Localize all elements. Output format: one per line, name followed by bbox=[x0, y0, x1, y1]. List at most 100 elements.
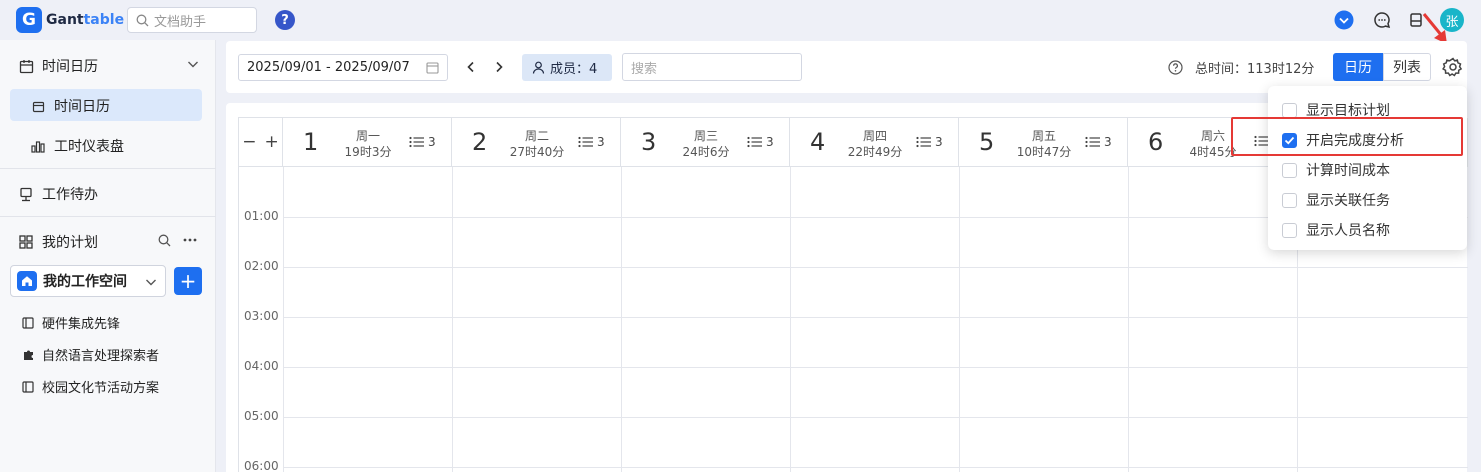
chevron-down-icon bbox=[188, 61, 198, 68]
checkbox[interactable] bbox=[1282, 222, 1297, 238]
day-total-hours: 24时6分 bbox=[682, 145, 730, 159]
zoom-in-button[interactable]: + bbox=[265, 132, 279, 152]
sidebar-item-label: 工作待办 bbox=[42, 187, 98, 203]
project-label: 校园文化节活动方案 bbox=[42, 381, 160, 396]
day-task-count[interactable]: 3 bbox=[409, 135, 436, 149]
settings-dropdown: 显示目标计划 开启完成度分析 计算时间成本 显示关联任务 显示人员名称 bbox=[1268, 86, 1467, 250]
day-column-line bbox=[959, 167, 960, 472]
day-task-count[interactable]: 3 bbox=[578, 135, 605, 149]
chat-icon[interactable] bbox=[1371, 9, 1393, 31]
day-task-count[interactable]: 3 bbox=[1085, 135, 1112, 149]
dropdown-badge-icon[interactable] bbox=[1333, 9, 1355, 31]
day-task-count-value: 3 bbox=[935, 135, 943, 149]
sidebar-group-time-calendar[interactable]: 时间日历 bbox=[0, 56, 216, 76]
hour-line bbox=[283, 267, 1468, 268]
day-number: 3 bbox=[641, 128, 657, 156]
checkbox[interactable] bbox=[1282, 192, 1297, 208]
day-number: 6 bbox=[1148, 128, 1164, 156]
day-header[interactable]: 4 周四 22时49分 3 bbox=[790, 118, 959, 167]
doc-assistant-search[interactable]: 文档助手 bbox=[127, 7, 257, 33]
day-task-count-value: 3 bbox=[597, 135, 605, 149]
day-header[interactable]: 2 周二 27时40分 3 bbox=[452, 118, 621, 167]
zoom-out-button[interactable]: − bbox=[242, 132, 256, 152]
annotation-highlight-box bbox=[1231, 117, 1463, 156]
day-number: 4 bbox=[810, 128, 826, 156]
sidebar-item-todo[interactable]: 工作待办 bbox=[0, 184, 216, 204]
day-column-line bbox=[790, 167, 791, 472]
project-item[interactable]: 自然语言处理探索者 bbox=[0, 345, 216, 364]
help-icon[interactable]: ? bbox=[275, 10, 295, 30]
app-logo[interactable]: G Ganttable bbox=[16, 7, 124, 33]
date-range-picker[interactable]: 2025/09/01 - 2025/09/07 bbox=[238, 54, 448, 81]
hour-label: 06:00 bbox=[244, 459, 279, 472]
day-task-count-value: 3 bbox=[1104, 135, 1112, 149]
day-number: 1 bbox=[303, 128, 319, 156]
list-icon bbox=[578, 136, 593, 148]
settings-gear-icon[interactable] bbox=[1442, 56, 1464, 78]
sidebar-section-my-plans[interactable]: 我的计划 bbox=[0, 232, 216, 252]
panel-icon bbox=[20, 315, 36, 331]
user-icon bbox=[532, 61, 545, 74]
hour-label: 05:00 bbox=[244, 409, 279, 423]
hour-label: 04:00 bbox=[244, 359, 279, 373]
day-weekday: 周五 bbox=[1031, 129, 1056, 143]
settings-option[interactable]: 计算时间成本 bbox=[1282, 160, 1390, 180]
bar-chart-icon bbox=[30, 138, 46, 154]
day-weekday: 周三 bbox=[693, 129, 718, 143]
puzzle-icon bbox=[20, 347, 36, 363]
day-task-count-value: 3 bbox=[428, 135, 436, 149]
settings-option-label: 计算时间成本 bbox=[1306, 163, 1390, 179]
project-label: 硬件集成先锋 bbox=[42, 317, 121, 332]
search-icon[interactable] bbox=[158, 234, 171, 247]
total-time: 总时间：113时12分 bbox=[1168, 58, 1314, 77]
app-name: Ganttable bbox=[46, 12, 124, 28]
sidebar-item-dashboard[interactable]: 工时仪表盘 bbox=[0, 136, 216, 156]
view-calendar-button[interactable]: 日历 bbox=[1333, 53, 1383, 81]
settings-option-label: 显示人员名称 bbox=[1306, 223, 1390, 239]
workspace-select[interactable]: 我的工作空间 bbox=[10, 265, 166, 297]
settings-option[interactable]: 显示关联任务 bbox=[1282, 190, 1390, 210]
doc-search-placeholder: 文档助手 bbox=[154, 14, 207, 30]
hour-label: 02:00 bbox=[244, 259, 279, 273]
day-weekday: 周二 bbox=[524, 129, 549, 143]
day-column-line bbox=[621, 167, 622, 472]
workspace-name: 我的工作空间 bbox=[43, 274, 127, 290]
sidebar-item-label: 工时仪表盘 bbox=[54, 139, 124, 155]
calendar-small-icon bbox=[30, 98, 46, 114]
chevron-down-icon bbox=[146, 279, 156, 286]
sidebar: 时间日历 时间日历 工时仪表盘 工作待办 我的计划 我的工作空间 + 硬件集成先… bbox=[0, 40, 216, 472]
settings-option[interactable]: 显示人员名称 bbox=[1282, 220, 1390, 240]
sidebar-item-time-calendar[interactable]: 时间日历 bbox=[0, 96, 216, 116]
list-icon bbox=[409, 136, 424, 148]
search-input[interactable]: 搜索 bbox=[622, 53, 802, 81]
sidebar-item-label: 时间日历 bbox=[54, 99, 110, 115]
day-header[interactable]: 1 周一 19时3分 3 bbox=[283, 118, 452, 167]
chevron-left-icon bbox=[467, 61, 474, 73]
members-filter-button[interactable]: 成员：4 bbox=[522, 54, 612, 81]
prev-week-button[interactable] bbox=[462, 58, 480, 76]
panel-icon bbox=[20, 379, 36, 395]
hour-label: 01:00 bbox=[244, 209, 279, 223]
next-week-button[interactable] bbox=[490, 58, 508, 76]
list-icon bbox=[1085, 136, 1100, 148]
day-total-hours: 22时49分 bbox=[847, 145, 903, 159]
more-icon[interactable] bbox=[183, 238, 197, 242]
day-task-count[interactable]: 3 bbox=[916, 135, 943, 149]
day-column-line bbox=[452, 167, 453, 472]
project-item[interactable]: 硬件集成先锋 bbox=[0, 313, 216, 332]
day-task-count[interactable]: 3 bbox=[747, 135, 774, 149]
checkbox[interactable] bbox=[1282, 102, 1297, 118]
day-header[interactable]: 5 周五 10时47分 3 bbox=[959, 118, 1128, 167]
checkbox[interactable] bbox=[1282, 162, 1297, 178]
sidebar-divider bbox=[0, 216, 216, 217]
zoom-controls: − + bbox=[239, 118, 283, 167]
add-workspace-item-button[interactable]: + bbox=[174, 267, 202, 295]
question-circle-icon[interactable] bbox=[1168, 60, 1183, 75]
sidebar-group-label: 时间日历 bbox=[42, 59, 98, 75]
project-item[interactable]: 校园文化节活动方案 bbox=[0, 377, 216, 396]
day-total-hours: 10时47分 bbox=[1016, 145, 1072, 159]
view-list-button[interactable]: 列表 bbox=[1383, 53, 1431, 81]
day-task-count-value: 3 bbox=[766, 135, 774, 149]
day-column-line bbox=[1128, 167, 1129, 472]
day-header[interactable]: 3 周三 24时6分 3 bbox=[621, 118, 790, 167]
